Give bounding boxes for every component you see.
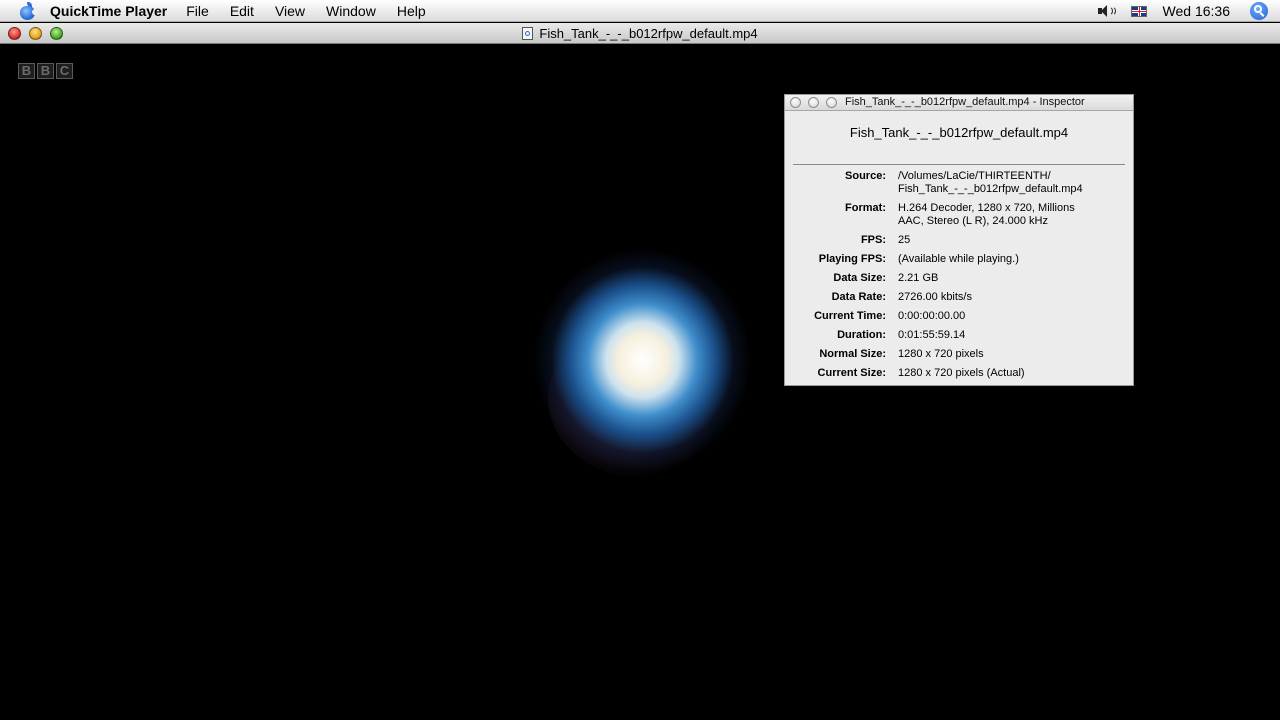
volume-icon[interactable] — [1097, 4, 1116, 18]
inspector-panel: Fish_Tank_-_-_b012rfpw_default.mp4 - Ins… — [784, 94, 1134, 386]
info-value: 1280 x 720 pixels — [898, 348, 984, 360]
menu-bar: QuickTime Player File Edit View Window H… — [0, 0, 1280, 22]
info-value: 2.21 GB — [898, 272, 939, 284]
info-value: 0:00:00:00.00 — [898, 310, 966, 322]
menu-view[interactable]: View — [275, 3, 305, 19]
window-title: Fish_Tank_-_-_b012rfpw_default.mp4 — [0, 26, 1280, 41]
inspector-close-button[interactable] — [790, 97, 801, 108]
watermark-letter: C — [56, 63, 73, 79]
spotlight-search-icon[interactable] — [1250, 2, 1268, 20]
inspector-minimize-button[interactable] — [808, 97, 819, 108]
info-value: 0:01:55:59.14 — [898, 329, 966, 341]
window-title-text: Fish_Tank_-_-_b012rfpw_default.mp4 — [539, 26, 758, 41]
info-row-data-rate: Data Rate: 2726.00 kbits/s — [785, 291, 1133, 304]
info-label: Playing FPS: — [818, 253, 886, 265]
menu-file[interactable]: File — [186, 3, 209, 19]
inspector-title: Fish_Tank_-_-_b012rfpw_default.mp4 - Ins… — [845, 96, 1085, 108]
apple-menu-icon[interactable] — [19, 1, 38, 20]
info-row-duration: Duration: 0:01:55:59.14 — [785, 329, 1133, 342]
inspector-divider — [793, 164, 1125, 165]
inspector-info-list: Source: /Volumes/LaCie/THIRTEENTH/ Fish_… — [785, 170, 1133, 380]
menu-help[interactable]: Help — [397, 3, 426, 19]
info-value: H.264 Decoder, 1280 x 720, Millions AAC,… — [898, 202, 1133, 228]
info-label: Current Size: — [817, 367, 886, 379]
inspector-titlebar[interactable]: Fish_Tank_-_-_b012rfpw_default.mp4 - Ins… — [785, 95, 1133, 111]
bbc-watermark-logo: B B C — [18, 63, 73, 79]
info-value: /Volumes/LaCie/THIRTEENTH/ Fish_Tank_-_-… — [898, 170, 1133, 196]
jellyfish-image — [535, 250, 750, 470]
info-value: 25 — [898, 234, 911, 246]
info-row-data-size: Data Size: 2.21 GB — [785, 272, 1133, 285]
info-value: 2726.00 kbits/s — [898, 291, 972, 303]
info-label: FPS: — [860, 234, 886, 246]
menu-clock[interactable]: Wed 16:36 — [1163, 3, 1230, 19]
info-value-line: /Volumes/LaCie/THIRTEENTH/ — [898, 170, 1051, 182]
info-label: Duration: — [837, 329, 886, 341]
menu-edit[interactable]: Edit — [230, 3, 254, 19]
info-label: Format: — [845, 202, 886, 214]
info-label: Current Time: — [814, 310, 886, 322]
input-menu-uk-flag-icon[interactable] — [1130, 5, 1147, 17]
inspector-zoom-button[interactable] — [826, 97, 837, 108]
info-label: Normal Size: — [819, 348, 886, 360]
info-value: (Available while playing.) — [898, 253, 1019, 265]
info-row-current-size: Current Size: 1280 x 720 pixels (Actual) — [785, 367, 1133, 380]
info-row-normal-size: Normal Size: 1280 x 720 pixels — [785, 348, 1133, 361]
info-label: Data Size: — [833, 272, 886, 284]
document-proxy-icon[interactable] — [522, 27, 534, 40]
info-label: Data Rate: — [831, 291, 886, 303]
info-row-fps: FPS: 25 — [785, 234, 1133, 247]
info-row-format: Format: H.264 Decoder, 1280 x 720, Milli… — [785, 202, 1133, 228]
watermark-letter: B — [18, 63, 35, 79]
info-value-line: AAC, Stereo (L R), 24.000 kHz — [898, 215, 1048, 227]
info-value-line: Fish_Tank_-_-_b012rfpw_default.mp4 — [898, 183, 1083, 195]
menu-app-name[interactable]: QuickTime Player — [50, 3, 167, 19]
info-row-playing-fps: Playing FPS: (Available while playing.) — [785, 253, 1133, 266]
info-row-source: Source: /Volumes/LaCie/THIRTEENTH/ Fish_… — [785, 170, 1133, 196]
info-value: 1280 x 720 pixels (Actual) — [898, 367, 1025, 379]
menu-window[interactable]: Window — [326, 3, 376, 19]
info-label: Source: — [845, 170, 886, 182]
info-value-line: H.264 Decoder, 1280 x 720, Millions — [898, 202, 1075, 214]
watermark-letter: B — [37, 63, 54, 79]
inspector-file-name: Fish_Tank_-_-_b012rfpw_default.mp4 — [849, 125, 1069, 140]
info-row-current-time: Current Time: 0:00:00:00.00 — [785, 310, 1133, 323]
window-titlebar[interactable]: Fish_Tank_-_-_b012rfpw_default.mp4 — [0, 23, 1280, 44]
